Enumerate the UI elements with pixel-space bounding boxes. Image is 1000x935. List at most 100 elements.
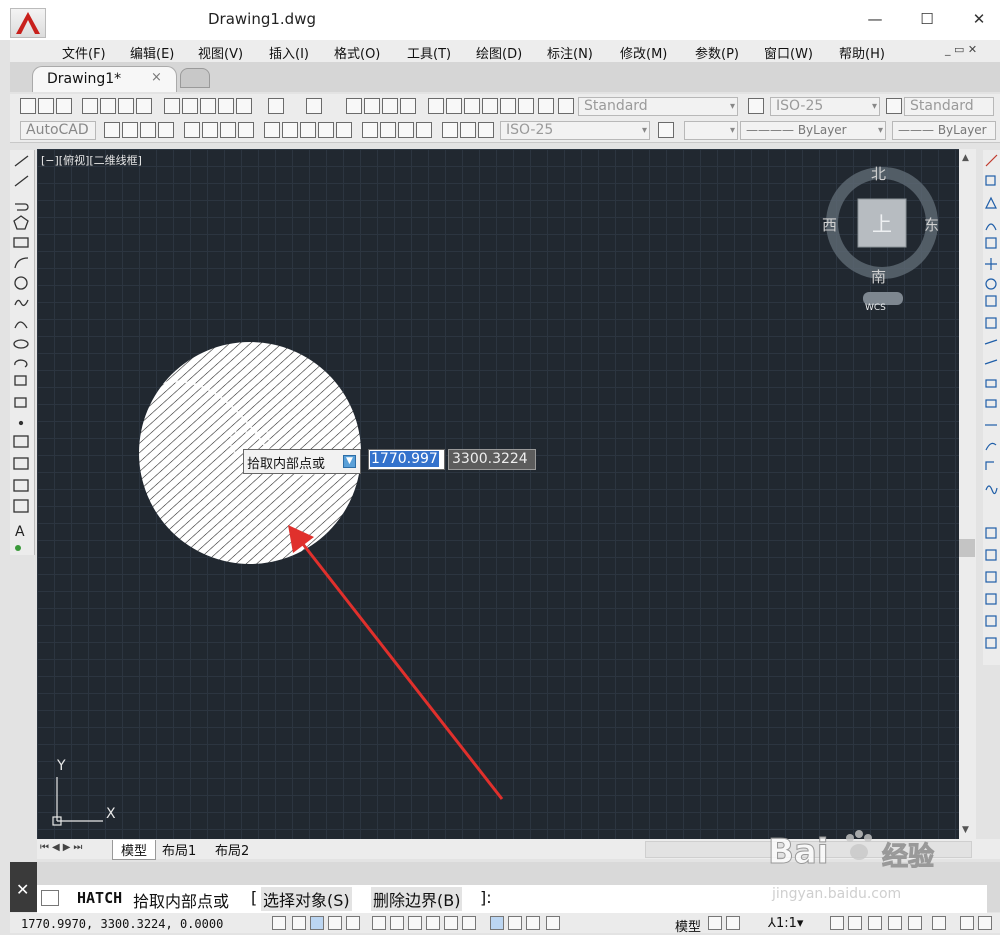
isolate-objects-icon[interactable] [932, 916, 946, 930]
dim-style-select-2[interactable]: ISO-25 ▾ [500, 121, 650, 140]
ordinate-icon[interactable] [158, 122, 174, 138]
dynamic-input-y-field[interactable]: 3300.3224 [448, 449, 536, 470]
open-icon[interactable] [38, 98, 54, 114]
table-style-select[interactable]: Standard [904, 97, 994, 116]
quick-view-drawings-icon[interactable] [726, 916, 740, 930]
quickcalc-icon[interactable] [518, 98, 534, 114]
dynamic-input-x-field[interactable]: 1770.997 [368, 449, 445, 470]
color-select[interactable]: ▾ [684, 121, 738, 140]
menu-view[interactable]: 视图(V) [198, 43, 243, 62]
annotation-monitor-icon[interactable] [546, 916, 560, 930]
otrack-icon[interactable] [408, 916, 422, 930]
sheet-set-icon[interactable] [482, 98, 498, 114]
lock-icon[interactable] [888, 916, 902, 930]
hardware-acceleration-icon[interactable] [908, 916, 922, 930]
menu-parameter[interactable]: 参数(P) [695, 43, 739, 62]
close-command-icon[interactable]: ✕ [16, 880, 29, 899]
clean-screen-icon[interactable] [978, 916, 992, 930]
design-center-icon[interactable] [446, 98, 462, 114]
properties-icon[interactable] [428, 98, 444, 114]
model-space-label[interactable]: 模型 [675, 916, 701, 935]
grid-icon[interactable] [310, 916, 324, 930]
option-remove-boundaries[interactable]: 删除边界(B) [371, 887, 463, 911]
menu-modify[interactable]: 修改(M) [620, 43, 667, 62]
tab-nav-arrows-icon[interactable]: ⏮◀▶⏭ [40, 842, 85, 853]
transparency-icon[interactable] [490, 916, 504, 930]
match-properties-icon[interactable] [218, 98, 234, 114]
workspace-select[interactable]: AutoCAD [20, 121, 96, 140]
vertical-scrollbar[interactable]: ▲ ▼ [959, 149, 976, 839]
dim-text-edit-icon[interactable] [460, 122, 476, 138]
zoom-realtime-icon[interactable] [364, 98, 380, 114]
options-down-icon[interactable]: ▼ [343, 455, 356, 468]
menu-format[interactable]: 格式(O) [334, 43, 380, 62]
annotation-visibility-icon[interactable] [830, 916, 844, 930]
inspect-icon[interactable] [398, 122, 414, 138]
dyn-icon[interactable] [444, 916, 458, 930]
selection-cycling-icon[interactable] [526, 916, 540, 930]
baseline-icon[interactable] [282, 122, 298, 138]
dim-style-manager-icon[interactable] [658, 122, 674, 138]
tolerance-icon[interactable] [362, 122, 378, 138]
markup-icon[interactable] [500, 98, 516, 114]
ortho-icon[interactable] [328, 916, 342, 930]
block-editor-icon[interactable] [236, 98, 252, 114]
tab-model[interactable]: 模型 [112, 840, 157, 860]
publish-icon[interactable] [118, 98, 134, 114]
angular-icon[interactable] [238, 122, 254, 138]
app-logo-button[interactable] [10, 8, 46, 38]
option-select-objects[interactable]: 选择对象(S) [261, 887, 352, 911]
zoom-previous-icon[interactable] [400, 98, 416, 114]
menu-window[interactable]: 窗口(W) [764, 43, 813, 62]
close-button[interactable]: ✕ [956, 6, 1000, 32]
preview-icon[interactable] [100, 98, 116, 114]
compass-north[interactable]: 北 [871, 163, 886, 184]
center-mark-icon[interactable] [380, 122, 396, 138]
tab-layout1[interactable]: 布局1 [162, 840, 196, 859]
diameter-icon[interactable] [220, 122, 236, 138]
quick-view-layouts-icon[interactable] [708, 916, 722, 930]
coordinate-readout[interactable]: 1770.9970, 3300.3224, 0.0000 [21, 917, 223, 931]
dwf-icon[interactable] [136, 98, 152, 114]
cut-icon[interactable] [164, 98, 180, 114]
polar-icon[interactable] [346, 916, 360, 930]
annotation-scale[interactable]: ⅄1:1▾ [768, 916, 803, 931]
compass-west[interactable]: 西 [822, 214, 837, 235]
dim-style-select[interactable]: ISO-25 ▾ [770, 97, 880, 116]
menu-help[interactable]: 帮助(H) [839, 43, 885, 62]
statusbar-menu-icon[interactable] [960, 916, 974, 930]
osnap-icon[interactable] [372, 916, 386, 930]
workspace-switch-icon[interactable] [868, 916, 882, 930]
save-icon[interactable] [56, 98, 72, 114]
menu-insert[interactable]: 插入(I) [269, 43, 309, 62]
dim-edit-icon[interactable] [442, 122, 458, 138]
lineweight-toggle-icon[interactable] [462, 916, 476, 930]
quick-properties-icon[interactable] [508, 916, 522, 930]
jogged-linear-icon[interactable] [416, 122, 432, 138]
scroll-down-icon[interactable]: ▼ [962, 825, 969, 835]
paste-icon[interactable] [200, 98, 216, 114]
menu-edit[interactable]: 编辑(E) [130, 43, 174, 62]
linear-dim-icon[interactable] [104, 122, 120, 138]
compass-east[interactable]: 东 [924, 214, 939, 235]
3dosnap-icon[interactable] [390, 916, 404, 930]
arc-length-icon[interactable] [140, 122, 156, 138]
space-icon[interactable] [318, 122, 334, 138]
snap-icon[interactable] [292, 916, 306, 930]
menu-file[interactable]: 文件(F) [62, 43, 106, 62]
continue-icon[interactable] [300, 122, 316, 138]
undo-icon[interactable] [268, 98, 284, 114]
mdi-controls-icon[interactable]: _ ▭ ✕ [945, 43, 977, 56]
radius-icon[interactable] [184, 122, 200, 138]
menu-tools[interactable]: 工具(T) [407, 43, 451, 62]
copy-icon[interactable] [182, 98, 198, 114]
scroll-up-icon[interactable]: ▲ [962, 153, 969, 163]
tab-layout2[interactable]: 布局2 [215, 840, 249, 859]
lineweight-select[interactable]: ——— ByLayer [892, 121, 996, 140]
linetype-select[interactable]: ———— ByLayer ▾ [740, 121, 886, 140]
new-tab-button[interactable] [180, 68, 210, 88]
pan-icon[interactable] [346, 98, 362, 114]
help-icon[interactable] [538, 98, 554, 114]
tool-palettes-icon[interactable] [464, 98, 480, 114]
print-icon[interactable] [82, 98, 98, 114]
